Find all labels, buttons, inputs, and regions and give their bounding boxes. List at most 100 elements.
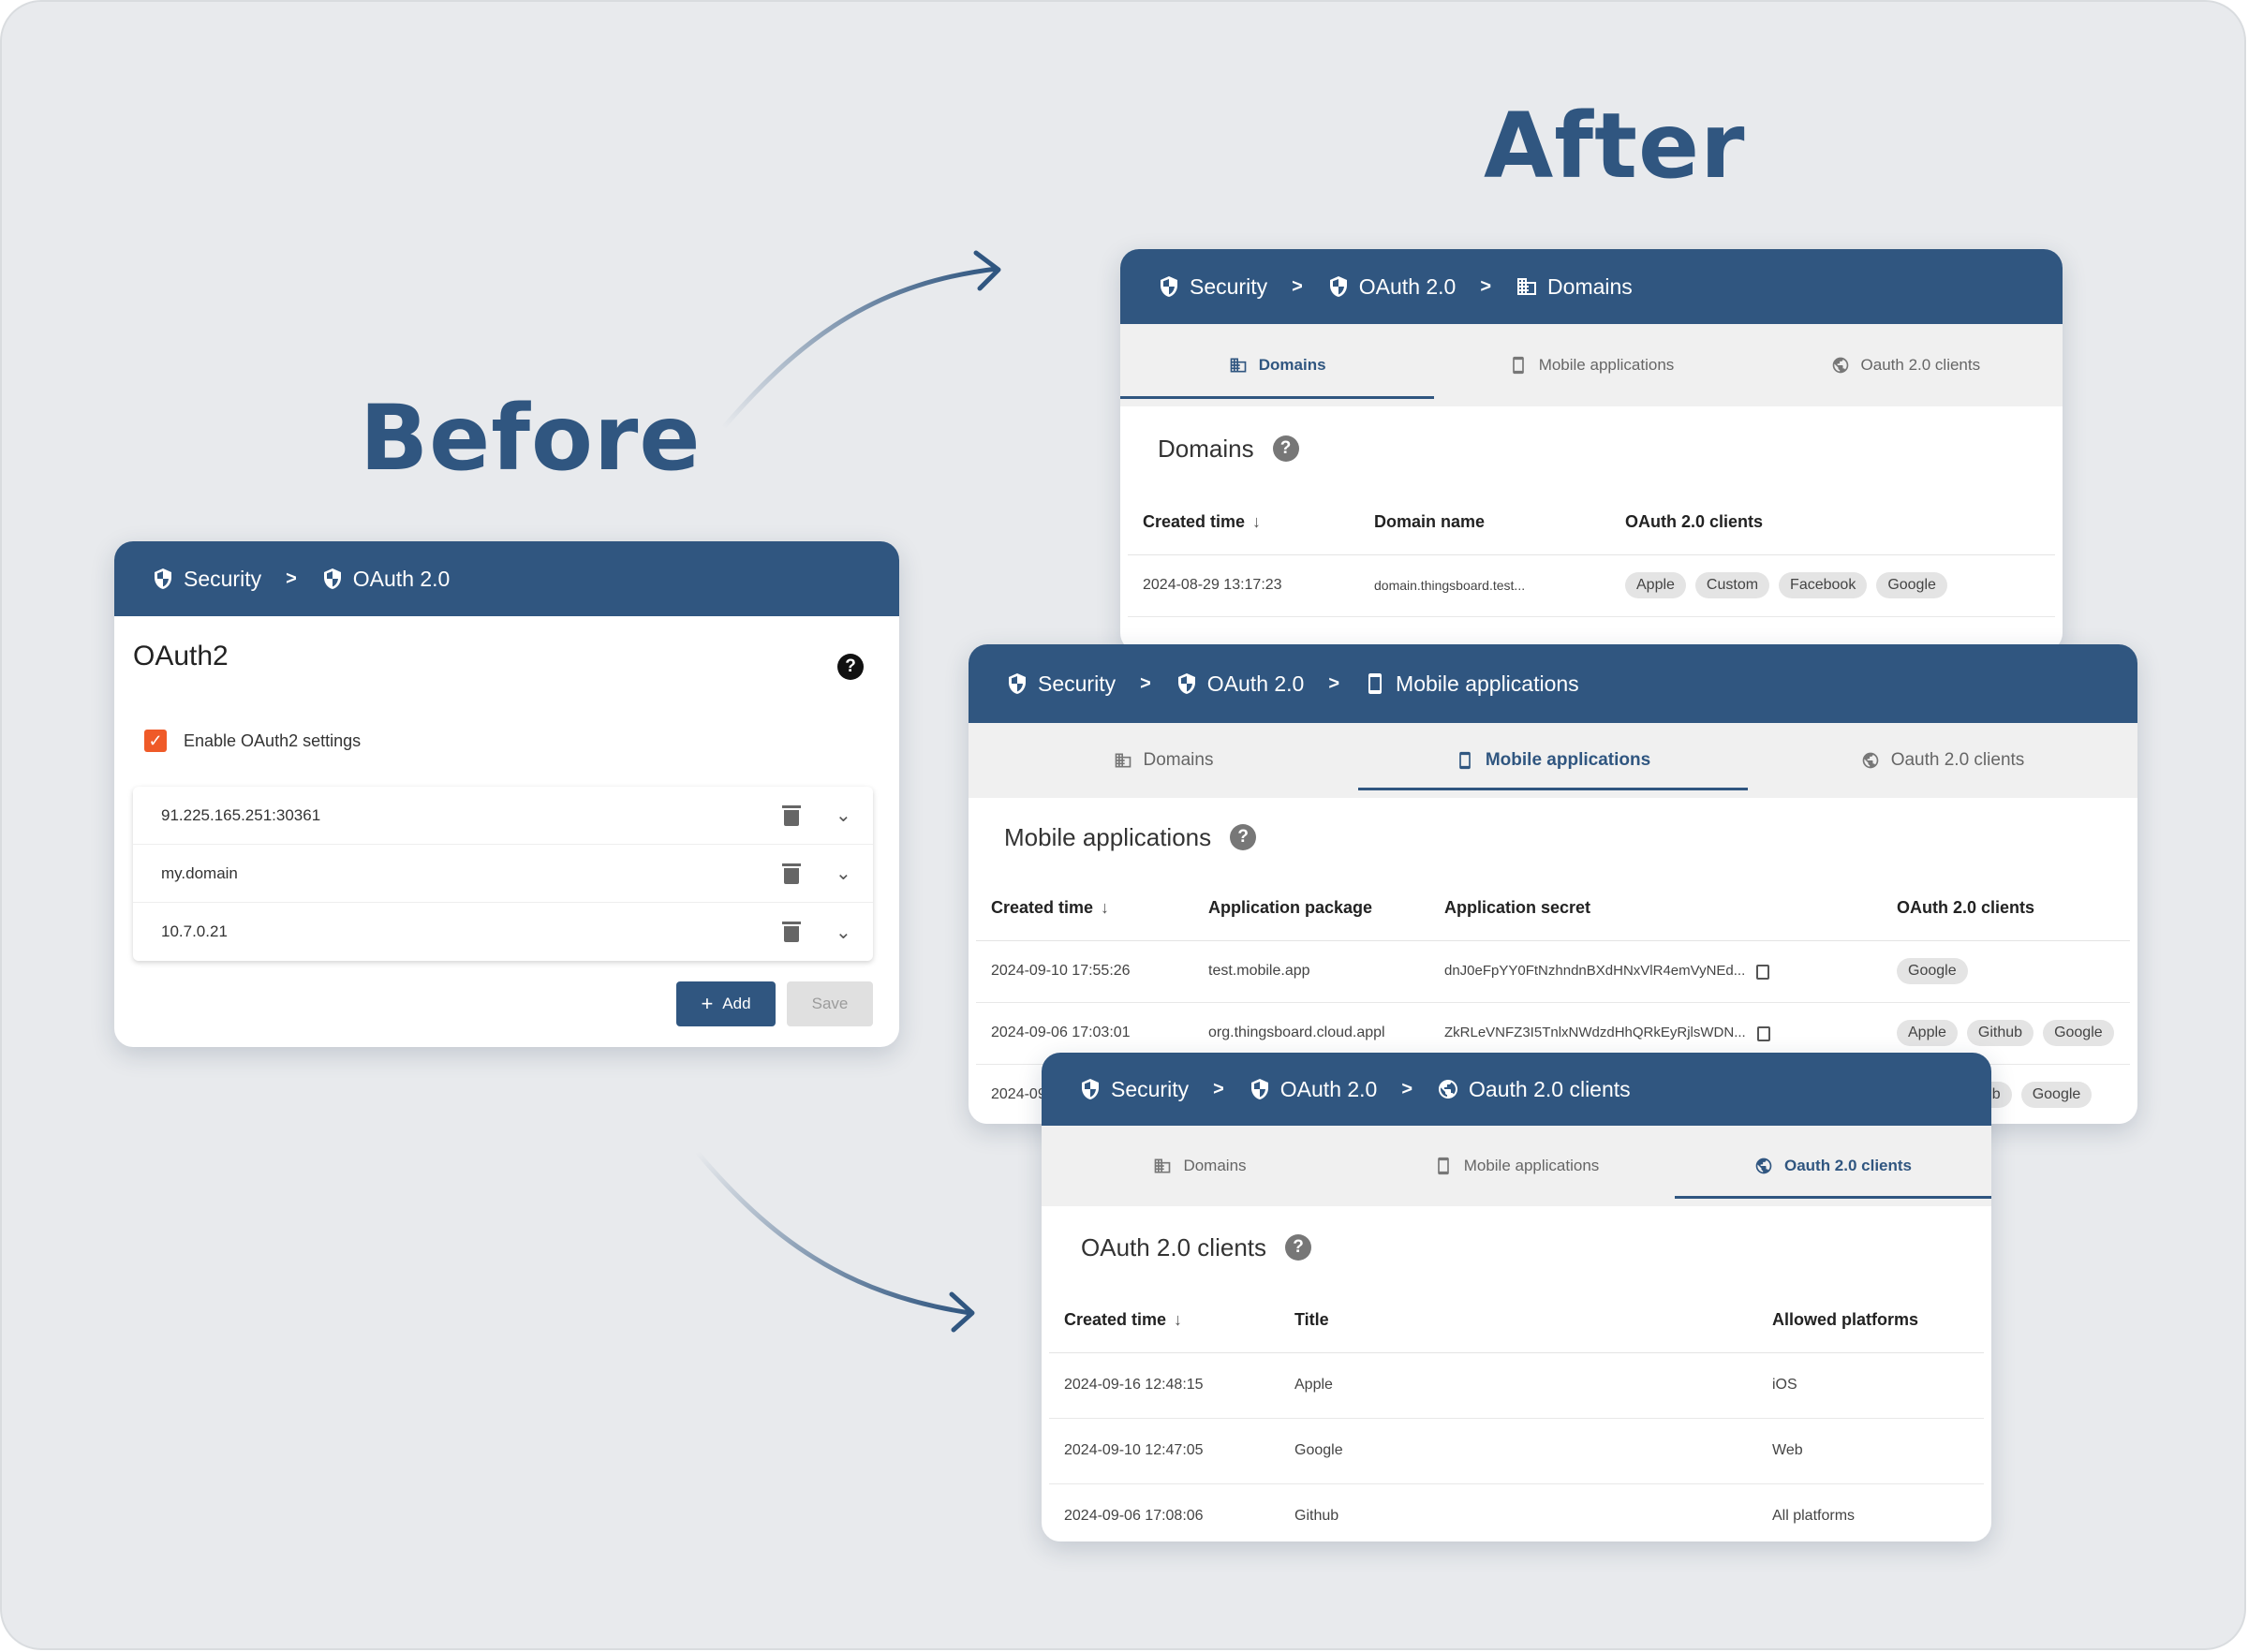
domain-item[interactable]: 91.225.165.251:30361 ⌄ <box>133 787 873 845</box>
building-icon <box>1517 278 1537 295</box>
table-row[interactable]: 2024-09-10 17:55:26 test.mobile.app dnJ0… <box>976 940 2130 1003</box>
column-header[interactable]: OAuth 2.0 clients <box>1610 491 2055 555</box>
client-chip: Apple <box>1897 1020 1958 1046</box>
oauth-clients-table: Created time ↓ Title Allowed platforms 20… <box>1049 1289 1984 1541</box>
column-header[interactable]: Created time ↓ <box>1128 491 1359 555</box>
column-header[interactable]: Allowed platforms <box>1757 1289 1984 1353</box>
globe-icon <box>1862 752 1879 769</box>
domain-list: 91.225.165.251:30361 ⌄ my.domain ⌄ 10.7.… <box>133 787 873 961</box>
breadcrumb: Security > OAuth 2.0 > Domains <box>1120 249 2063 324</box>
breadcrumb-separator: > <box>1480 275 1492 297</box>
tab-domains[interactable]: Domains <box>1042 1126 1358 1206</box>
breadcrumb-domains[interactable]: Domains <box>1516 274 1633 300</box>
shield-icon <box>1250 1079 1268 1099</box>
breadcrumb-security[interactable]: Security <box>1158 274 1267 300</box>
column-header[interactable]: Application package <box>1193 877 1429 941</box>
table-row[interactable]: 2024-09-10 12:47:05 Google Web <box>1049 1418 1984 1484</box>
breadcrumb-security[interactable]: Security <box>1006 671 1116 697</box>
section-title: Domains ? <box>1128 406 2055 491</box>
clients-cell: Apple Custom Facebook Google <box>1610 554 2055 617</box>
slide-canvas: Before After Security > OAuth 2.0 OAuth2… <box>0 0 2246 1650</box>
breadcrumb-oauth[interactable]: OAuth 2.0 <box>321 567 450 592</box>
page-title: OAuth2 ? <box>114 616 899 710</box>
chevron-down-icon[interactable]: ⌄ <box>836 862 873 885</box>
help-icon[interactable]: ? <box>1230 824 1257 850</box>
building-icon <box>1230 358 1247 373</box>
column-header[interactable]: Domain name <box>1359 491 1610 555</box>
help-icon[interactable]: ? <box>837 654 864 680</box>
column-header[interactable]: Application secret <box>1429 877 1882 941</box>
clients-cell: Google <box>1882 940 2130 1003</box>
smartphone-icon <box>1437 1157 1449 1175</box>
column-header[interactable]: Created time ↓ <box>1049 1289 1279 1353</box>
tab-domains[interactable]: Domains <box>969 723 1358 798</box>
trash-icon[interactable] <box>782 804 801 826</box>
arrow-down-icon: ↓ <box>1174 1310 1183 1330</box>
tab-oauth-clients[interactable]: Oauth 2.0 clients <box>1748 723 2137 798</box>
oauth-clients-content: OAuth 2.0 clients ? Created time ↓ Title … <box>1049 1206 1984 1541</box>
smartphone-icon <box>1512 356 1524 375</box>
chevron-down-icon[interactable]: ⌄ <box>836 804 873 827</box>
trash-icon[interactable] <box>782 922 801 942</box>
created-time-cell: 2024-08-29 13:17:23 <box>1128 554 1359 617</box>
column-header[interactable]: OAuth 2.0 clients <box>1882 877 2130 941</box>
building-icon <box>1155 1158 1171 1173</box>
table-header-row: Created time ↓ Application package Applic… <box>976 877 2130 941</box>
column-header[interactable]: Title <box>1279 1289 1757 1353</box>
created-time-cell: 2024-09-06 17:08:06 <box>1049 1483 1279 1541</box>
breadcrumb-security[interactable]: Security <box>1079 1077 1189 1102</box>
help-icon[interactable]: ? <box>1285 1234 1311 1261</box>
tab-mobile-applications[interactable]: Mobile applications <box>1434 324 1748 406</box>
section-title: OAuth 2.0 clients ? <box>1049 1206 1984 1289</box>
breadcrumb-separator: > <box>1213 1078 1224 1099</box>
created-time-cell: 2024-09-10 17:55:26 <box>976 940 1193 1003</box>
breadcrumb-oauth[interactable]: OAuth 2.0 <box>1249 1077 1377 1102</box>
globe-icon <box>1439 1080 1458 1099</box>
save-button[interactable]: Save <box>787 981 873 1026</box>
chevron-down-icon[interactable]: ⌄ <box>836 921 873 944</box>
copy-icon[interactable] <box>1756 1025 1770 1041</box>
domain-item[interactable]: 10.7.0.21 ⌄ <box>133 903 873 961</box>
title-cell: Apple <box>1279 1352 1757 1419</box>
building-icon <box>1115 753 1131 768</box>
client-chip: Google <box>1897 958 1968 984</box>
breadcrumb-mobile-applications[interactable]: Mobile applications <box>1364 671 1579 697</box>
arrow-down-icon: ↓ <box>1252 512 1262 532</box>
table-row[interactable]: 2024-09-16 12:48:15 Apple iOS <box>1049 1352 1984 1419</box>
tab-domains[interactable]: Domains <box>1120 324 1435 406</box>
client-chip: Google <box>1876 572 1947 598</box>
domain-item[interactable]: my.domain ⌄ <box>133 845 873 903</box>
breadcrumb-oauth-clients[interactable]: Oauth 2.0 clients <box>1437 1077 1631 1102</box>
title-cell: Github <box>1279 1483 1757 1541</box>
table-row[interactable]: 2024-08-29 13:17:23 domain.thingsboard.t… <box>1128 554 2055 617</box>
breadcrumb-separator: > <box>1401 1078 1413 1099</box>
checkbox-checked-icon[interactable]: ✓ <box>144 730 167 752</box>
tab-mobile-applications[interactable]: Mobile applications <box>1358 723 1748 798</box>
table-row[interactable]: 2024-09-06 17:08:06 Github All platforms <box>1049 1483 1984 1541</box>
copy-icon[interactable] <box>1756 964 1770 980</box>
enable-oauth2-checkbox-row[interactable]: ✓ Enable OAuth2 settings <box>114 710 899 772</box>
tab-oauth-clients[interactable]: Oauth 2.0 clients <box>1749 324 2063 406</box>
client-chip: Github <box>1966 1020 2034 1046</box>
domains-table: Created time ↓ Domain name OAuth 2.0 clie… <box>1128 491 2055 617</box>
breadcrumb-oauth[interactable]: OAuth 2.0 <box>1176 671 1304 697</box>
client-chip: Custom <box>1694 572 1770 598</box>
tab-oauth-clients[interactable]: Oauth 2.0 clients <box>1675 1126 1991 1206</box>
arrow-to-after <box>720 266 999 431</box>
breadcrumb-oauth[interactable]: OAuth 2.0 <box>1327 274 1456 300</box>
globe-icon <box>1832 357 1848 374</box>
shield-icon <box>323 568 341 589</box>
column-header[interactable]: Created time ↓ <box>976 877 1193 941</box>
trash-icon[interactable] <box>782 863 801 884</box>
breadcrumb-security[interactable]: Security <box>152 567 261 592</box>
shield-icon <box>1161 276 1177 297</box>
breadcrumb: Security > OAuth 2.0 > Oauth 2.0 clients <box>1042 1053 1991 1126</box>
add-button[interactable]: + Add <box>676 981 776 1026</box>
shield-icon <box>1082 1079 1099 1099</box>
table-header-row: Created time ↓ Domain name OAuth 2.0 clie… <box>1128 491 2055 555</box>
tab-mobile-applications[interactable]: Mobile applications <box>1358 1126 1675 1206</box>
platforms-cell: Web <box>1757 1418 1984 1484</box>
title-cell: Google <box>1279 1418 1757 1484</box>
client-chip: Google <box>2043 1020 2114 1046</box>
help-icon[interactable]: ? <box>1272 435 1299 462</box>
